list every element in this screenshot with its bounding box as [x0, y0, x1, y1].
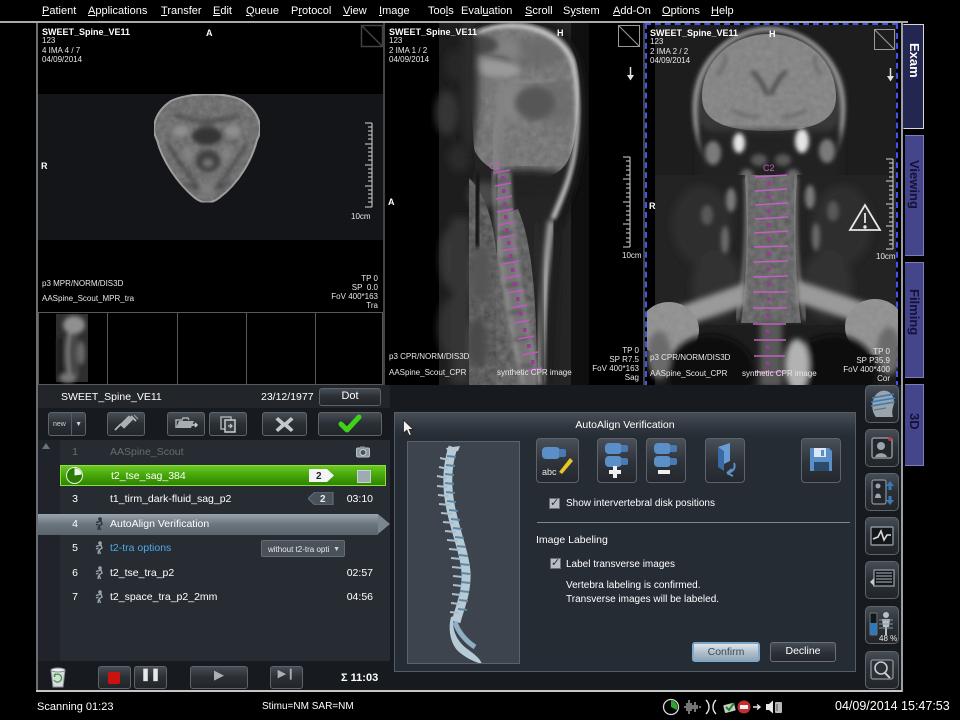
- svg-text:2: 2: [316, 471, 322, 482]
- svg-text:abc: abc: [542, 467, 557, 477]
- svg-text:2: 2: [320, 494, 326, 505]
- svg-text:48 %: 48 %: [879, 634, 897, 643]
